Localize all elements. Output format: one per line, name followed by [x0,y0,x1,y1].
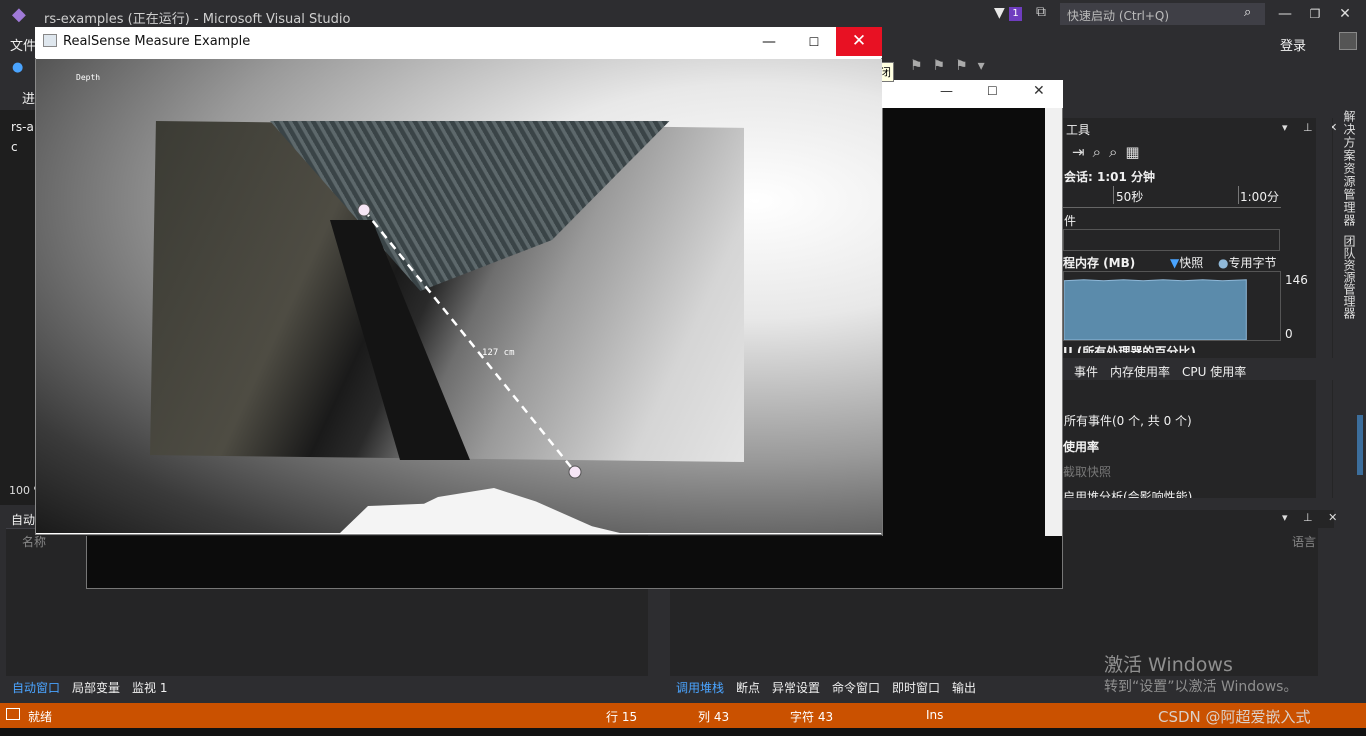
timeline-label-50s: 50秒 [1116,190,1144,204]
rs-minimize-button[interactable]: — [752,29,786,55]
call-stack-scrollbar[interactable] [1318,528,1334,676]
console-scrollbar[interactable] [1045,108,1062,588]
session-duration: 会话: 1:01 分钟 [1064,170,1156,184]
events-section-label: 件 [1064,214,1077,228]
bookmark-toolbar[interactable]: ⚑⚑⚑▾ [910,58,995,74]
all-events-summary: 所有事件(0 个, 共 0 个) [1064,414,1192,428]
status-insert-mode[interactable]: Ins [926,708,943,722]
continue-icon[interactable]: ● [12,60,23,75]
private-bytes-dot-icon: ● [1218,256,1229,270]
side-tab-team-explorer[interactable]: 团队资源管理器 [1338,235,1358,319]
timeline-tick [1113,186,1114,204]
status-ready: 就绪 [28,710,53,724]
tab-call-stack[interactable]: 调用堆栈 [676,679,724,696]
status-char[interactable]: 字符 43 [790,708,833,725]
status-ready-icon [6,708,20,720]
tab-immediate-window[interactable]: 即时窗口 [892,679,940,696]
diagnostic-scrollbar[interactable] [1316,118,1332,498]
legend-snapshot-label: 快照 [1179,256,1204,270]
measure-line [363,209,576,473]
console-minimize-button[interactable]: — [940,84,953,99]
legend-snapshot: ▼快照 [1170,254,1203,271]
feedback-icon[interactable]: ⧉ [1036,4,1046,20]
status-line[interactable]: 行 15 [606,708,637,725]
timeline-label-1m: 1:00分 [1240,190,1279,204]
measurement-overlay[interactable]: 127 cm [36,59,882,533]
measurement-label: 127 cm [482,348,515,358]
tab-cpu-usage[interactable]: CPU 使用率 [1182,363,1246,380]
diagnostic-tools-title: 工具 [1066,123,1091,137]
tab-exception-settings[interactable]: 异常设置 [772,679,820,696]
column-header-language[interactable]: 语言 [1292,533,1316,550]
legend-private-bytes: ●专用字节 [1218,254,1277,271]
vs-minimize-button[interactable]: — [1270,2,1300,26]
taskbar-edge [0,728,1366,736]
console-window [882,80,1063,589]
measure-point-end[interactable] [568,465,582,479]
tab-events[interactable]: 事件 [1074,363,1098,380]
column-header-name[interactable]: 名称 [22,533,46,550]
visual-studio-logo-icon: ◆ [12,4,26,25]
notification-badge[interactable]: 1 [1009,7,1022,21]
tab-watch-1[interactable]: 监视 1 [132,679,167,696]
memory-chart[interactable] [1063,271,1281,341]
search-icon[interactable]: ⌕ [1244,5,1251,20]
heap-profiling-checkbox[interactable]: 启用堆分析(会影响性能) [1063,488,1192,498]
account-icon[interactable] [1339,32,1357,50]
activate-windows-hint: 转到“设置”以激活 Windows。 [1104,679,1298,695]
rs-close-button[interactable]: ✕ [836,27,882,56]
outer-scroll-indicator [1357,415,1363,475]
panel-pin-close-icons[interactable]: ▾ ⊥ ✕ [1282,121,1343,134]
take-snapshot-button[interactable]: 截取快照 [1063,463,1111,480]
rs-maximize-button[interactable]: ☐ [797,29,831,55]
measure-point-start[interactable] [357,203,371,217]
events-track[interactable] [1063,229,1280,251]
process-memory-label: 程内存 (MB) [1063,256,1136,270]
realsense-window-title: RealSense Measure Example [63,34,251,49]
memory-usage-heading: 使用率 [1063,440,1100,454]
legend-private-label: 专用字节 [1228,256,1277,270]
snapshot-triangle-icon: ▼ [1170,256,1180,270]
document-tab[interactable]: rs-a [11,120,34,134]
console-maximize-button[interactable]: ☐ [987,84,998,98]
filter-icon[interactable]: ▼ [994,5,1005,21]
vs-window-title: rs-examples (正在运行) - Microsoft Visual St… [44,12,351,27]
activate-windows-title: 激活 Windows [1104,654,1233,676]
tab-autos[interactable]: 自动窗口 [12,679,60,696]
quick-launch-input[interactable]: 快速启动 (Ctrl+Q) [1060,3,1265,25]
console-body [86,536,1063,589]
file-tab[interactable]: c [11,140,18,154]
tab-command-window[interactable]: 命令窗口 [832,679,880,696]
menu-file[interactable]: 文件 [10,35,36,54]
tab-breakpoints[interactable]: 断点 [736,679,760,696]
memory-max-value: 146 [1285,273,1308,287]
toolbar-fragment: 进 [22,92,36,107]
vs-restore-button[interactable]: ❐ [1300,2,1330,26]
tab-memory-usage[interactable]: 内存使用率 [1110,363,1170,380]
diagnostic-toolbar-icons[interactable]: ⇥⌕⌕▦ [1072,143,1148,161]
app-icon [43,34,57,47]
console-close-button[interactable]: ✕ [1033,83,1045,99]
tab-output[interactable]: 输出 [952,679,976,696]
cpu-section-label: U (所有处理器的百分比) [1063,345,1196,353]
autos-panel-title: 自动 [11,513,36,527]
tab-locals[interactable]: 局部变量 [72,679,120,696]
panel-pin-close-icons[interactable]: ▾ ⊥ ✕ [1282,511,1343,524]
memory-min-value: 0 [1285,327,1293,341]
timeline-tick [1238,186,1239,204]
status-column[interactable]: 列 43 [698,708,729,725]
csdn-watermark: CSDN @阿超爱嵌入式 [1158,708,1311,726]
vs-close-button[interactable]: ✕ [1330,2,1360,26]
login-link[interactable]: 登录 [1280,35,1306,54]
